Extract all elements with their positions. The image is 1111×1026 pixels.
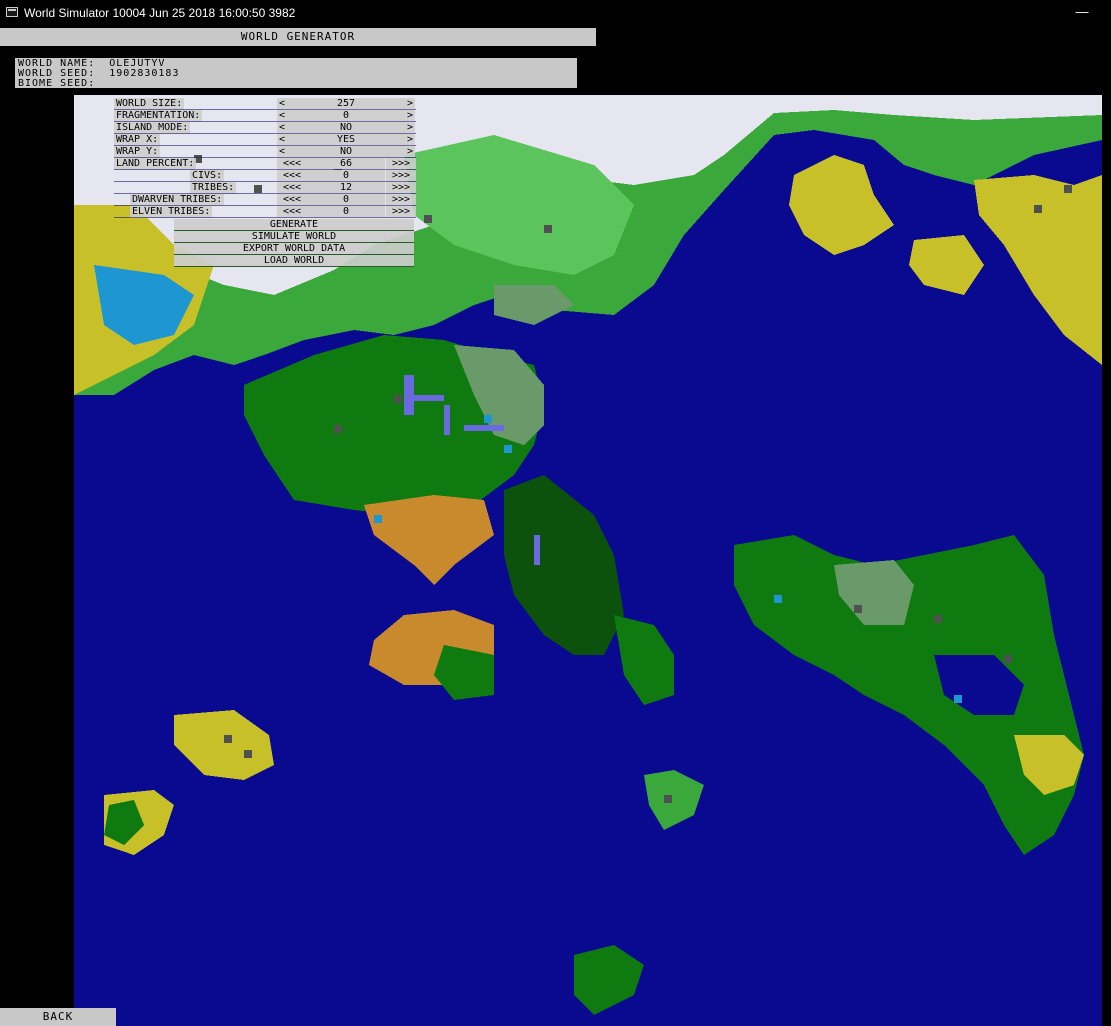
elven-tribes-increase-button[interactable]: >>>: [386, 206, 416, 217]
world-size-row: WORLD SIZE: < 257 >: [114, 98, 416, 110]
civs-value: 0: [307, 170, 385, 181]
minimize-button[interactable]: —: [1071, 3, 1093, 21]
world-size-decrease-button[interactable]: <: [277, 98, 287, 109]
simulate-world-button[interactable]: SIMULATE WORLD: [174, 231, 414, 243]
tribes-row: TRIBES: <<< 12 >>>: [114, 182, 416, 194]
civs-decrease-button[interactable]: <<<: [277, 170, 307, 181]
terrain-ne-savanna-2: [974, 175, 1102, 365]
terrain-ne-savanna-1: [789, 155, 894, 255]
tribes-decrease-button[interactable]: <<<: [277, 182, 307, 193]
wrap-x-value: YES: [287, 134, 405, 145]
island-mode-row: ISLAND MODE: < NO >: [114, 122, 416, 134]
terrain-speck: [1034, 205, 1042, 213]
terrain-speck: [1064, 185, 1072, 193]
terrain-speck: [244, 750, 252, 758]
settings-panel: WORLD SIZE: < 257 > FRAGMENTATION: < 0 >…: [114, 98, 416, 267]
terrain-speck: [954, 695, 962, 703]
civs-row: CIVS: <<< 0 >>>: [114, 170, 416, 182]
land-percent-increase-button[interactable]: >>>: [386, 158, 416, 169]
terrain-central-desert: [364, 495, 494, 585]
terrain-central-dark-forest: [504, 475, 624, 655]
terrain-ne-savanna-3: [909, 235, 984, 295]
terrain-speck: [664, 795, 672, 803]
terrain-river: [404, 375, 414, 415]
elven-tribes-value: 0: [307, 206, 385, 217]
terrain-west-island: [174, 710, 274, 780]
load-world-button[interactable]: LOAD WORLD: [174, 255, 414, 267]
app-icon: [6, 7, 18, 17]
island-mode-value: NO: [287, 122, 405, 133]
wrap-y-increase-button[interactable]: >: [405, 146, 415, 157]
terrain-river: [534, 535, 540, 565]
terrain-speck: [774, 595, 782, 603]
fragmentation-decrease-button[interactable]: <: [277, 110, 287, 121]
world-size-increase-button[interactable]: >: [405, 98, 415, 109]
terrain-river: [464, 425, 504, 431]
civs-increase-button[interactable]: >>>: [386, 170, 416, 181]
island-mode-increase-button[interactable]: >: [405, 122, 415, 133]
dwarven-tribes-increase-button[interactable]: >>>: [386, 194, 416, 205]
land-percent-decrease-button[interactable]: <<<: [277, 158, 307, 169]
title-bar: World Simulator 10004 Jun 25 2018 16:00:…: [0, 0, 1111, 26]
tribes-increase-button[interactable]: >>>: [386, 182, 416, 193]
terrain-speck: [854, 605, 862, 613]
terrain-river: [414, 395, 444, 401]
terrain-speck: [224, 735, 232, 743]
window-title: World Simulator 10004 Jun 25 2018 16:00:…: [24, 6, 296, 20]
wrap-y-value: NO: [287, 146, 405, 157]
terrain-south-forest: [434, 645, 494, 700]
terrain-mid-island: [644, 770, 704, 830]
tribes-value: 12: [307, 182, 385, 193]
biome-seed: BIOME SEED:: [18, 78, 96, 89]
terrain-river: [444, 405, 450, 435]
fragmentation-row: FRAGMENTATION: < 0 >: [114, 110, 416, 122]
elven-tribes-decrease-button[interactable]: <<<: [277, 206, 307, 217]
export-world-data-button[interactable]: EXPORT WORLD DATA: [174, 243, 414, 255]
island-mode-decrease-button[interactable]: <: [277, 122, 287, 133]
terrain-speck: [484, 415, 492, 423]
wrap-x-decrease-button[interactable]: <: [277, 134, 287, 145]
terrain-speck: [1004, 655, 1012, 663]
fragmentation-value: 0: [287, 110, 405, 121]
generate-button[interactable]: GENERATE: [174, 219, 414, 231]
back-button[interactable]: BACK: [0, 1008, 116, 1026]
wrap-x-increase-button[interactable]: >: [405, 134, 415, 145]
terrain-speck: [424, 215, 432, 223]
wrap-x-row: WRAP X: < YES >: [114, 134, 416, 146]
terrain-central-forest-tail: [614, 615, 674, 705]
fragmentation-increase-button[interactable]: >: [405, 110, 415, 121]
wrap-y-decrease-button[interactable]: <: [277, 146, 287, 157]
world-generator-header: WORLD GENERATOR: [0, 28, 596, 46]
world-info-panel: WORLD NAME: OLEJUTYV WORLD SEED: 1902830…: [15, 58, 577, 89]
terrain-speck: [544, 225, 552, 233]
dwarven-tribes-value: 0: [307, 194, 385, 205]
terrain-speck: [394, 395, 402, 403]
land-percent-row: LAND PERCENT: <<< 66 >>>: [114, 158, 416, 170]
terrain-speck: [334, 425, 342, 433]
dwarven-tribes-decrease-button[interactable]: <<<: [277, 194, 307, 205]
land-percent-value: 66: [307, 158, 385, 169]
terrain-south-island: [574, 945, 644, 1015]
dwarven-tribes-row: DWARVEN TRIBES: <<< 0 >>>: [114, 194, 416, 206]
wrap-y-row: WRAP Y: < NO >: [114, 146, 416, 158]
elven-tribes-row: ELVEN TRIBES: <<< 0 >>>: [114, 206, 416, 218]
terrain-speck: [934, 615, 942, 623]
terrain-speck: [374, 515, 382, 523]
world-size-value: 257: [287, 98, 405, 109]
terrain-speck: [504, 445, 512, 453]
